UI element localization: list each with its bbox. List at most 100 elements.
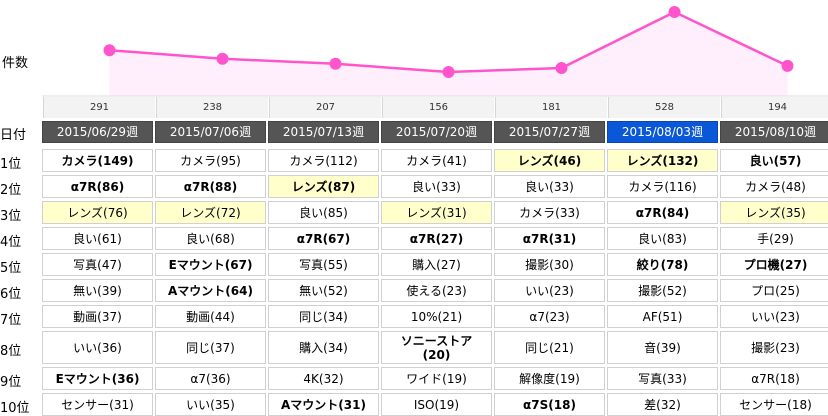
week-header[interactable]: 2015/07/13週 [268, 121, 379, 143]
keyword-cell[interactable]: 手(29) [720, 227, 828, 250]
rank-label: 4位 [0, 235, 22, 250]
keyword-cell[interactable]: プロ(25) [720, 279, 828, 302]
keyword-cell[interactable]: いい(35) [155, 393, 266, 416]
keyword-cell[interactable]: α7S(18) [494, 393, 605, 416]
keyword-cell[interactable]: ソニーストア(20) [381, 331, 492, 364]
keyword-cell[interactable]: ワイド(19) [381, 367, 492, 390]
keyword-cell[interactable]: いい(23) [494, 279, 605, 302]
keyword-cell[interactable]: レンズ(87) [268, 175, 379, 198]
keyword-cell[interactable]: α7R(27) [381, 227, 492, 250]
rank-label: 8位 [0, 344, 22, 359]
keyword-cell[interactable]: Aマウント(64) [155, 279, 266, 302]
keyword-cell[interactable]: 撮影(30) [494, 253, 605, 276]
chart-point[interactable] [555, 61, 568, 74]
keyword-cell[interactable]: 無い(39) [42, 279, 153, 302]
keyword-cell[interactable]: Aマウント(31) [268, 393, 379, 416]
keyword-cell[interactable]: 撮影(23) [720, 331, 828, 364]
keyword-cell[interactable]: レンズ(132) [607, 149, 718, 172]
keyword-cell[interactable]: 良い(33) [381, 175, 492, 198]
keyword-cell[interactable]: α7R(31) [494, 227, 605, 250]
keyword-cell[interactable]: α7R(86) [42, 175, 153, 198]
keyword-cell[interactable]: レンズ(76) [42, 201, 153, 224]
rank-label: 7位 [0, 313, 22, 328]
chart-y-label: 件数 [2, 56, 29, 71]
week-header[interactable]: 2015/07/06週 [155, 121, 266, 143]
count-label: 156 [382, 97, 494, 118]
keyword-cell[interactable]: 写真(47) [42, 253, 153, 276]
count-label: 194 [721, 97, 828, 118]
date-label: 日付 [0, 128, 27, 143]
chart-point[interactable] [103, 44, 116, 57]
rank-label: 2位 [0, 183, 22, 198]
keyword-cell[interactable]: α7(23) [494, 305, 605, 328]
keyword-cell[interactable]: カメラ(112) [268, 149, 379, 172]
keyword-cell[interactable]: いい(36) [42, 331, 153, 364]
week-header[interactable]: 2015/07/27週 [494, 121, 605, 143]
week-header[interactable]: 2015/07/20週 [381, 121, 492, 143]
keyword-cell[interactable]: レンズ(46) [494, 149, 605, 172]
week-header[interactable]: 2015/08/03週 [607, 121, 718, 143]
chart-point[interactable] [442, 66, 455, 78]
keyword-cell[interactable]: Eマウント(67) [155, 253, 266, 276]
keyword-cell[interactable]: 無い(52) [268, 279, 379, 302]
keyword-cell[interactable]: カメラ(41) [381, 149, 492, 172]
keyword-cell[interactable]: 写真(33) [607, 367, 718, 390]
keyword-cell[interactable]: 4K(32) [268, 367, 379, 390]
keyword-cell[interactable]: 解像度(19) [494, 367, 605, 390]
rank-label: 6位 [0, 287, 22, 302]
keyword-cell[interactable]: 絞り(78) [607, 253, 718, 276]
keyword-cell[interactable]: α7R(88) [155, 175, 266, 198]
keyword-cell[interactable]: 10%(21) [381, 305, 492, 328]
keyword-cell[interactable]: α7(36) [155, 367, 266, 390]
keyword-cell[interactable]: 使える(23) [381, 279, 492, 302]
keyword-cell[interactable]: センサー(18) [720, 393, 828, 416]
keyword-cell[interactable]: 良い(83) [607, 227, 718, 250]
keyword-cell[interactable]: カメラ(48) [720, 175, 828, 198]
keyword-cell[interactable]: センサー(31) [42, 393, 153, 416]
keyword-cell[interactable]: α7R(18) [720, 367, 828, 390]
keyword-cell[interactable]: 良い(85) [268, 201, 379, 224]
keyword-cell[interactable]: 同じ(21) [494, 331, 605, 364]
rank-label: 1位 [0, 157, 22, 172]
keyword-cell[interactable]: 購入(27) [381, 253, 492, 276]
keyword-cell[interactable]: 同じ(37) [155, 331, 266, 364]
keyword-cell[interactable]: 良い(57) [720, 149, 828, 172]
keyword-cell[interactable]: Eマウント(36) [42, 367, 153, 390]
keyword-cell[interactable]: 動画(37) [42, 305, 153, 328]
keyword-cell[interactable]: AF(51) [607, 305, 718, 328]
count-label: 207 [269, 97, 381, 118]
keyword-cell[interactable]: 音(39) [607, 331, 718, 364]
week-header[interactable]: 2015/06/29週 [42, 121, 153, 143]
chart-plot [42, 6, 828, 97]
keyword-cell[interactable]: ISO(19) [381, 393, 492, 416]
keyword-cell[interactable]: 同じ(34) [268, 305, 379, 328]
keyword-cell[interactable]: α7R(67) [268, 227, 379, 250]
keyword-cell[interactable]: 撮影(52) [607, 279, 718, 302]
keyword-cell[interactable]: 写真(55) [268, 253, 379, 276]
keyword-cell[interactable]: カメラ(116) [607, 175, 718, 198]
rank-label: 3位 [0, 209, 22, 224]
rank-label: 10位 [0, 401, 30, 416]
keyword-cell[interactable]: 良い(61) [42, 227, 153, 250]
keyword-cell[interactable]: レンズ(35) [720, 201, 828, 224]
count-label: 291 [43, 97, 155, 118]
chart-point[interactable] [668, 6, 681, 18]
keyword-cell[interactable]: いい(23) [720, 305, 828, 328]
keyword-cell[interactable]: カメラ(149) [42, 149, 153, 172]
keyword-cell[interactable]: 良い(33) [494, 175, 605, 198]
chart-point[interactable] [781, 59, 794, 72]
keyword-cell[interactable]: カメラ(33) [494, 201, 605, 224]
keyword-cell[interactable]: 動画(44) [155, 305, 266, 328]
count-label: 181 [495, 97, 607, 118]
keyword-cell[interactable]: レンズ(31) [381, 201, 492, 224]
keyword-cell[interactable]: レンズ(72) [155, 201, 266, 224]
keyword-cell[interactable]: α7R(84) [607, 201, 718, 224]
chart-point[interactable] [216, 52, 229, 65]
week-header[interactable]: 2015/08/10週 [720, 121, 828, 143]
keyword-cell[interactable]: 良い(68) [155, 227, 266, 250]
keyword-cell[interactable]: プロ機(27) [720, 253, 828, 276]
chart-point[interactable] [329, 57, 342, 70]
keyword-cell[interactable]: 購入(34) [268, 331, 379, 364]
keyword-cell[interactable]: 差(32) [607, 393, 718, 416]
keyword-cell[interactable]: カメラ(95) [155, 149, 266, 172]
